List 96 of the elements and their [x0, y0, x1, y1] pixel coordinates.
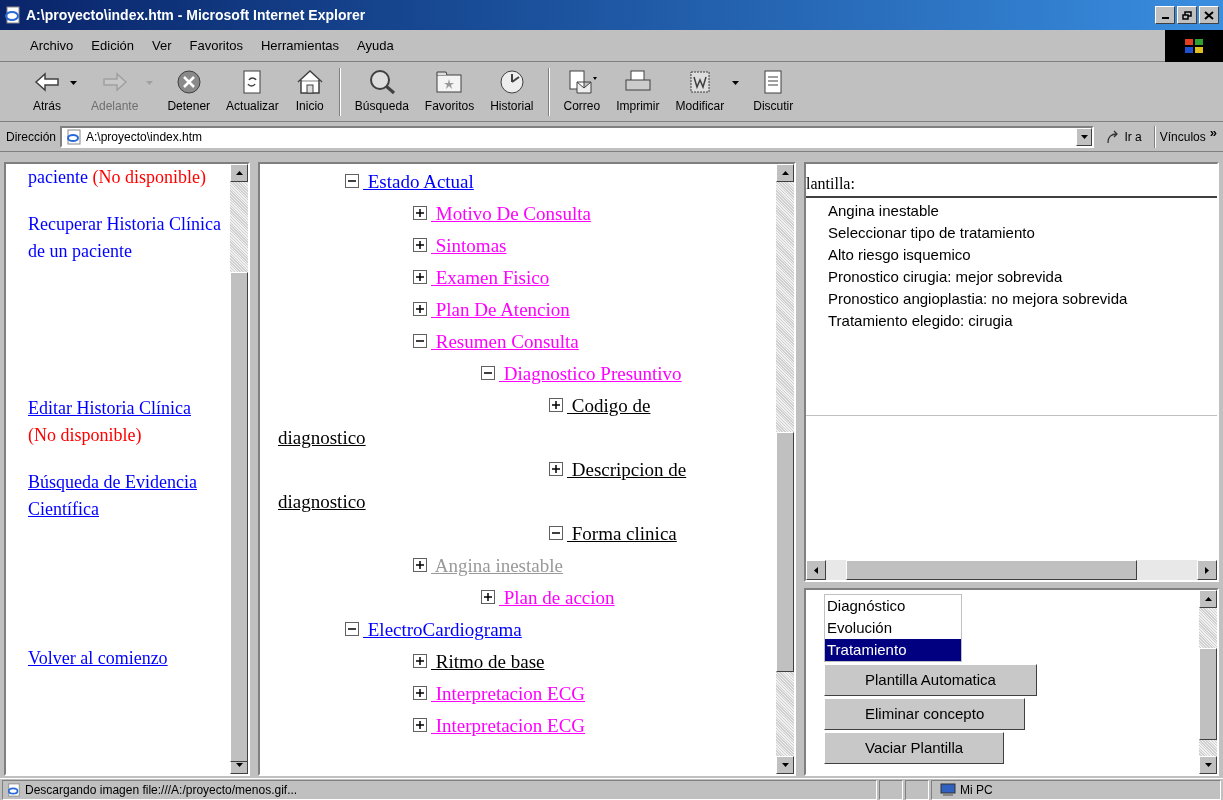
tree-link[interactable]: Forma clinica [278, 518, 708, 550]
close-button[interactable] [1199, 6, 1219, 24]
nav-link[interactable]: Recuperar Historia Clínica de un paciente [28, 211, 222, 265]
tree-link[interactable]: ElectroCardiograma [278, 614, 708, 646]
toolbar-button[interactable]: Búsqueda [346, 68, 417, 115]
zone-text: Mi PC [960, 781, 993, 799]
collapse-icon[interactable] [413, 334, 427, 348]
scrollbar[interactable] [776, 164, 794, 774]
nav-link[interactable]: paciente (No disponible) [28, 164, 222, 191]
collapse-icon[interactable] [345, 622, 359, 636]
horizontal-scrollbar[interactable] [806, 560, 1217, 580]
template-item[interactable]: Pronostico cirugia: mejor sobrevida [828, 266, 1217, 288]
dropdown-caret-icon [1080, 134, 1088, 139]
up-arrow-icon [235, 171, 243, 175]
toolbar-button[interactable]: Actualizar [218, 68, 287, 115]
expand-icon[interactable] [413, 718, 427, 732]
minimize-icon [1161, 17, 1169, 19]
status-text: Descargando imagen file:///A:/proyecto/menos.gif... [25, 781, 298, 799]
collapse-icon[interactable] [549, 526, 563, 540]
mail-icon [566, 68, 597, 95]
more-chevron[interactable]: » [1209, 122, 1217, 143]
address-field[interactable]: A:\proyecto\index.htm [60, 125, 1095, 148]
toolbar-button[interactable]: Discutir [745, 68, 802, 115]
expand-icon[interactable] [413, 206, 427, 220]
menu-item[interactable]: Ver [152, 35, 172, 56]
template-item[interactable]: Pronostico angioplastia: no mejora sobrevida [828, 288, 1217, 310]
expand-icon[interactable] [413, 238, 427, 252]
links-label[interactable]: Vínculos [1159, 127, 1206, 146]
template-item[interactable]: Tratamiento elegido: cirugia [828, 310, 1217, 332]
status-pane [905, 779, 929, 800]
right-arrow-icon [1205, 566, 1209, 574]
tree-link[interactable]: Descripcion de diagnostico [278, 454, 708, 518]
nav-link[interactable]: Editar Historia Clínica (No disponible) [28, 395, 222, 449]
expand-icon[interactable] [413, 558, 427, 572]
page-icon [4, 6, 22, 24]
address-label: Dirección [6, 128, 56, 146]
expand-icon[interactable] [549, 462, 563, 476]
tree-link[interactable]: Estado Actual [278, 166, 708, 198]
expand-icon[interactable] [413, 654, 427, 668]
up-arrow-icon [781, 171, 789, 175]
template-item[interactable]: Angina inestable [828, 200, 1217, 222]
expand-icon[interactable] [413, 270, 427, 284]
expand-icon[interactable] [549, 398, 563, 412]
collapse-icon[interactable] [345, 174, 359, 188]
template-label: lantilla: [806, 174, 855, 194]
form-button[interactable]: Plantilla Automatica [824, 664, 1037, 696]
menu-item[interactable]: Archivo [30, 35, 74, 56]
nav-link[interactable]: Búsqueda de Evidencia Científica [28, 469, 222, 523]
form-button[interactable]: Vaciar Plantilla [824, 732, 1005, 764]
toolbar-button[interactable]: Historial [482, 68, 542, 115]
nav-link[interactable]: Volver al comienzo [28, 645, 222, 672]
dropdown-caret-icon [146, 80, 154, 85]
expand-icon[interactable] [481, 590, 495, 604]
toolbar-button[interactable]: Imprimir [608, 68, 668, 115]
page-icon [66, 128, 82, 145]
template-item[interactable]: Alto riesgo isquemico [828, 244, 1217, 266]
window-title: A:\proyecto\index.htm - Microsoft Internet Explorer [26, 5, 366, 25]
toolbar-button[interactable]: Inicio [286, 68, 333, 115]
expand-icon[interactable] [413, 686, 427, 700]
category-option[interactable]: Evolución [825, 617, 961, 639]
toolbar-button[interactable]: Modificar [667, 68, 733, 115]
close-icon [1204, 10, 1214, 20]
scrollbar[interactable] [1199, 590, 1217, 774]
windows-flag-icon [1183, 36, 1205, 55]
restore-button[interactable] [1177, 6, 1197, 24]
scrollbar[interactable] [230, 164, 248, 774]
folder-icon [434, 68, 465, 95]
menu-item[interactable]: Edición [91, 35, 134, 56]
restore-icon [1182, 10, 1192, 20]
minimize-button[interactable] [1155, 6, 1175, 24]
menu-item[interactable]: Herramientas [261, 35, 339, 56]
dropdown-caret-icon [732, 80, 740, 85]
expand-icon[interactable] [413, 302, 427, 316]
category-option[interactable]: Diagnóstico [825, 595, 961, 617]
up-arrow-icon [1204, 597, 1212, 601]
menu-item[interactable]: Favoritos [189, 35, 243, 56]
tree-link[interactable]: Codigo de diagnostico [278, 390, 708, 454]
down-arrow-icon [235, 763, 243, 767]
toolbar-button[interactable]: Atrás [24, 68, 70, 115]
toolbar-button[interactable]: Correo [555, 68, 609, 115]
down-arrow-icon [1204, 763, 1212, 767]
collapse-icon[interactable] [481, 366, 495, 380]
toolbar-button[interactable]: Detener [159, 68, 219, 115]
down-arrow-icon [781, 763, 789, 767]
dropdown-caret-icon [70, 80, 77, 85]
status-pane [879, 779, 903, 800]
page-icon [7, 782, 21, 797]
left-arrow-icon [814, 566, 818, 574]
template-item[interactable]: Seleccionar tipo de tratamiento [828, 222, 1217, 244]
toolbar-button[interactable]: Favoritos [416, 68, 483, 115]
go-button[interactable]: Ir a [1098, 127, 1150, 146]
tree-link[interactable]: Ritmo de base [278, 646, 708, 678]
menu-item[interactable]: Ayuda [357, 35, 394, 56]
category-option[interactable]: Tratamiento [825, 639, 961, 661]
form-button[interactable]: Eliminar concepto [824, 698, 1026, 730]
computer-icon [940, 782, 956, 797]
